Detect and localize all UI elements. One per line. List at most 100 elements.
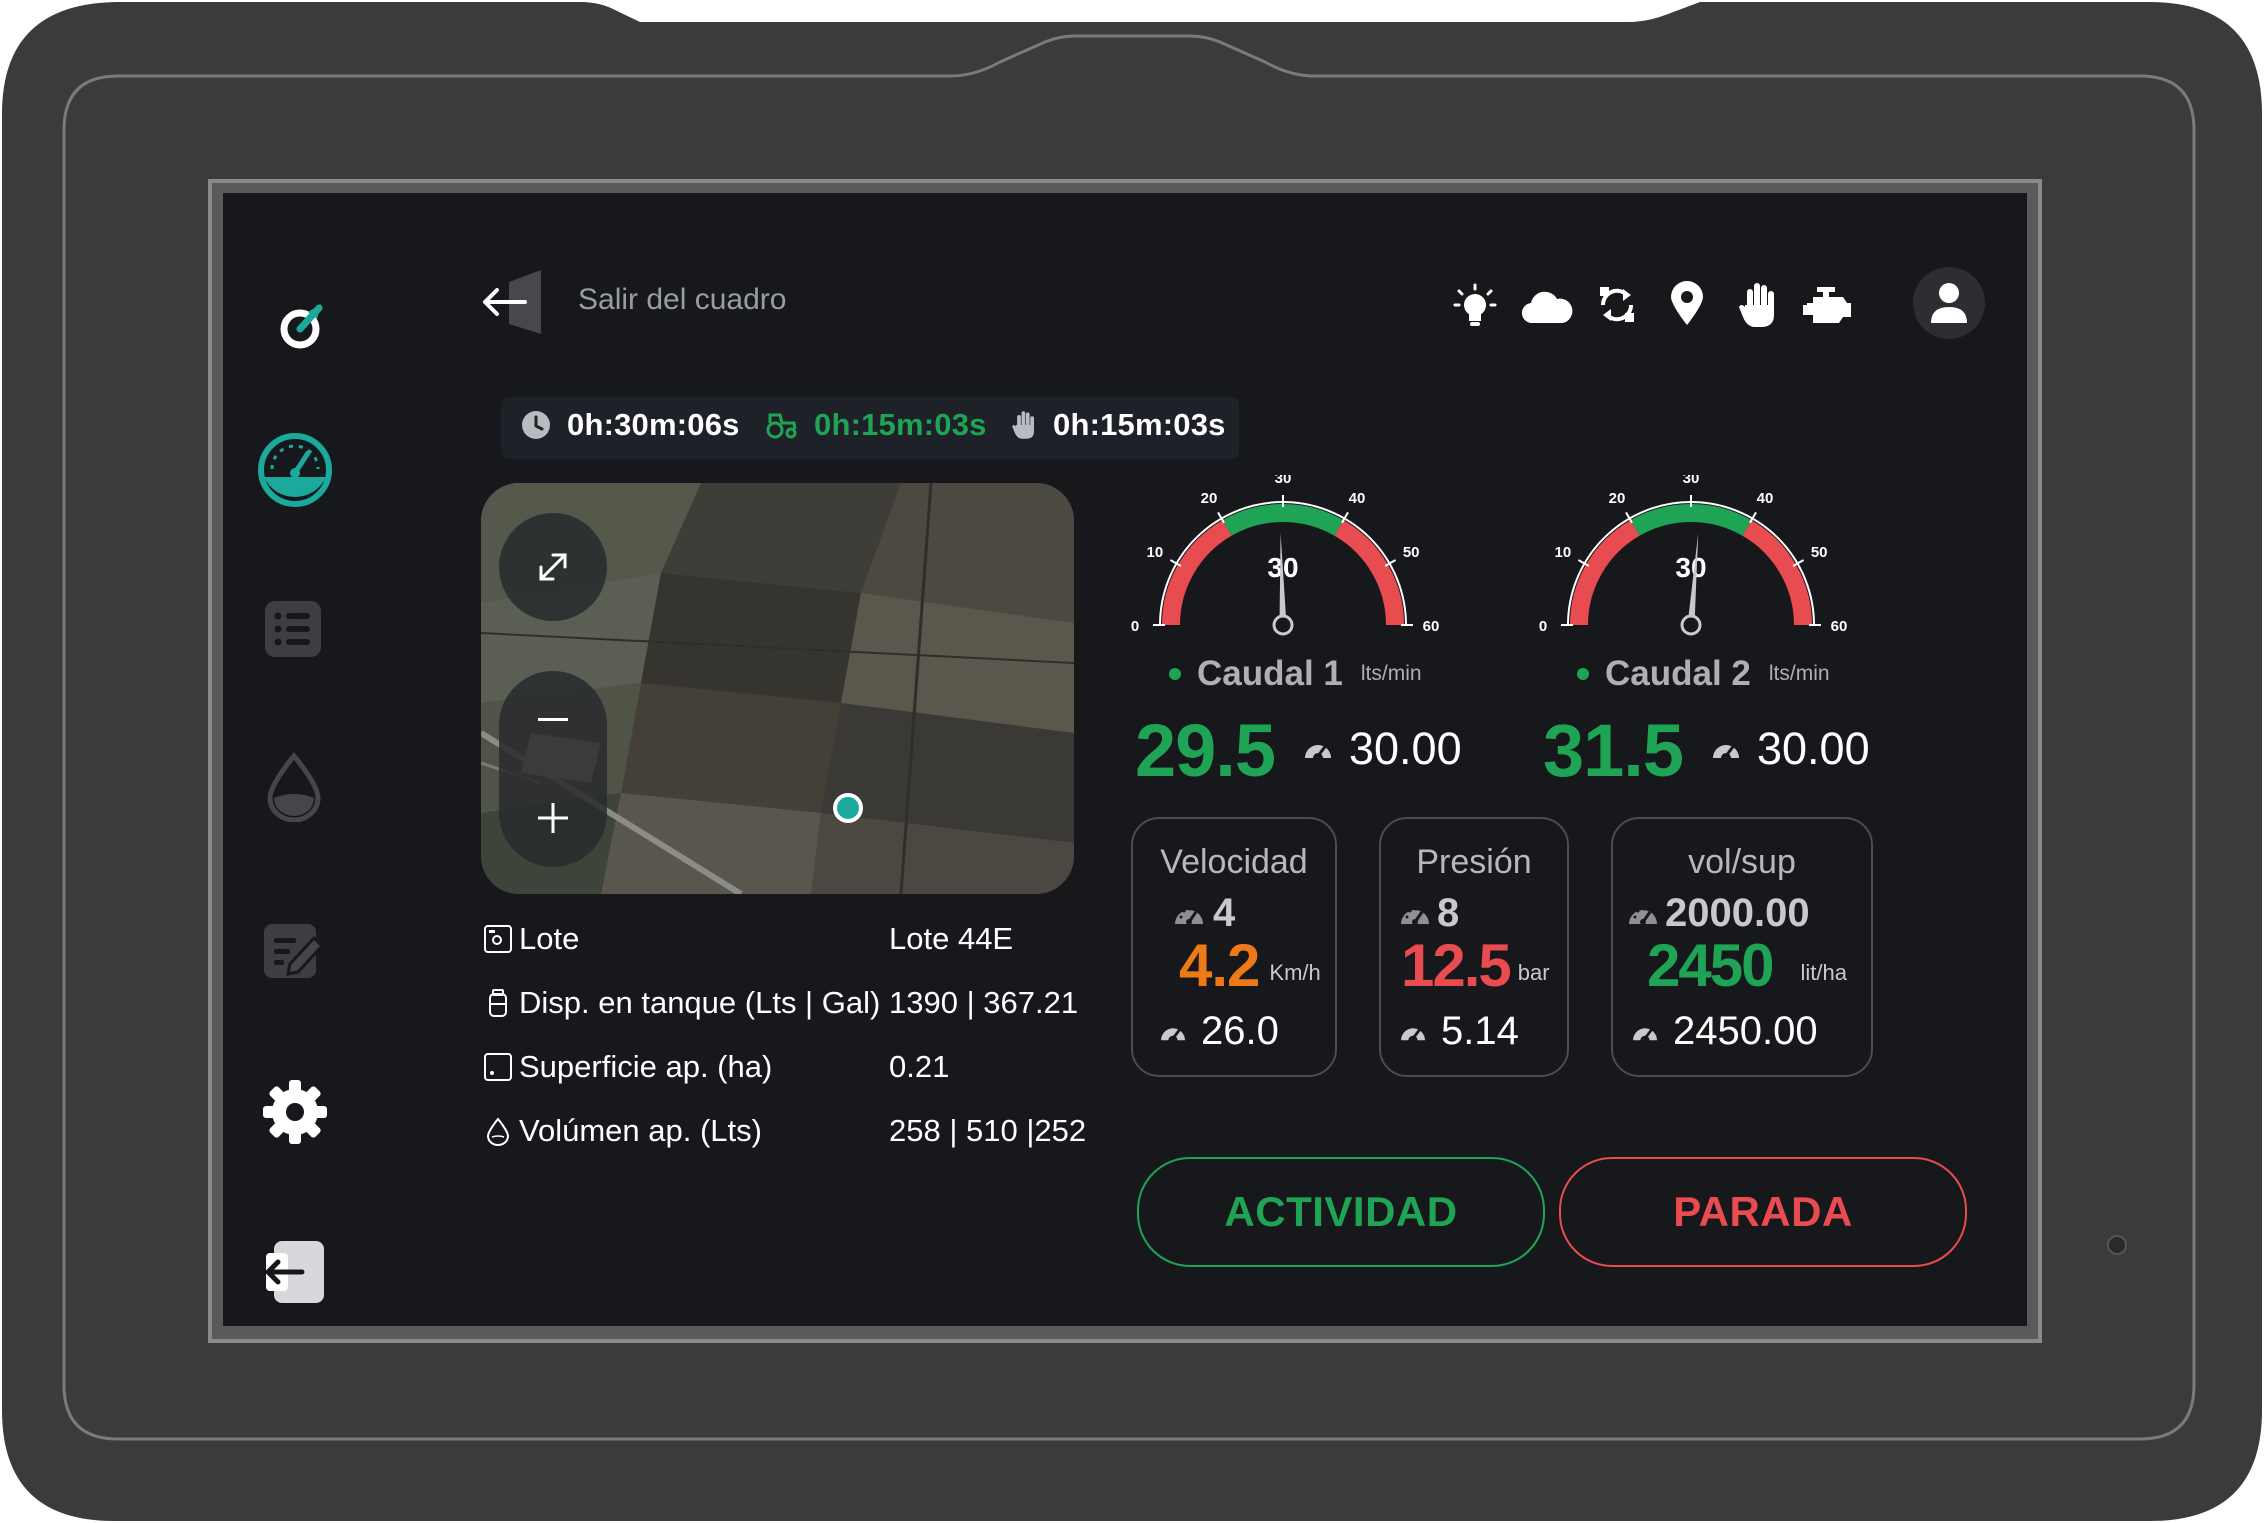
sidebar-item-logout[interactable]: [259, 1237, 327, 1307]
target-gauge-icon: [1713, 743, 1739, 758]
volsup-unit: lit/ha: [1800, 959, 1847, 985]
target-gauge-icon: [1305, 743, 1331, 758]
speedometer-icon: [1175, 907, 1203, 925]
caudal1-title: Caudal 1 lts/min: [1169, 654, 1422, 694]
engine-icon: [1803, 285, 1855, 325]
presion-set-value: 8: [1437, 891, 1460, 935]
exit-label[interactable]: Salir del cuadro: [578, 283, 786, 317]
logout-icon: [265, 1241, 324, 1303]
gauge-green-arc: [1222, 504, 1344, 536]
volsup-target: 2450.00: [1631, 1009, 1818, 1054]
screen: Salir del cuadro 0h:30m:06s 0h:15m:03s 0…: [223, 193, 2027, 1326]
gauge-tick-label: 60: [1423, 618, 1440, 635]
gauge-tick-label: 0: [1131, 618, 1139, 635]
velocidad-set-value: 4: [1213, 891, 1236, 935]
brand-logo-icon[interactable]: [268, 291, 338, 361]
gauge-red-high-arc: [1742, 520, 1812, 626]
sidebar-item-dashboard[interactable]: [254, 429, 336, 511]
cloud-icon: [1521, 289, 1573, 325]
sidebar-item-fluid[interactable]: [263, 751, 325, 823]
hand-stop-icon: [1739, 281, 1777, 329]
caudal1-target: 30.00: [1303, 723, 1462, 775]
edit-icon: [264, 924, 325, 978]
lote-icon: [484, 925, 512, 953]
info-surface: Superficie ap. (ha): [483, 1049, 772, 1085]
sync-icon: [1597, 283, 1637, 327]
gauge-tick-label: 20: [1609, 490, 1626, 507]
total-time-value: 0h:30m:06s: [567, 407, 740, 442]
presion-title: Presión: [1416, 843, 1532, 881]
target-gauge-icon: [1633, 1026, 1657, 1040]
velocidad-target: 26.0: [1159, 1009, 1279, 1054]
caudal2-status-dot: [1577, 668, 1589, 680]
caudal2-dial: 0 10 20 30 40 50 60 30: [1539, 470, 1848, 636]
work-time-value: 0h:15m:03s: [814, 407, 987, 442]
total-time: 0h:30m:06s: [521, 407, 740, 443]
caudal2-value: 31.5: [1543, 709, 1684, 792]
info-volume: Volúmen ap. (Lts): [483, 1113, 762, 1149]
presion-reading: 12.5 bar: [1401, 931, 1550, 1000]
presion-set: 8: [1399, 891, 1459, 936]
position-marker: [833, 793, 863, 823]
gauge-tick-label: 30: [1683, 475, 1700, 487]
expand-map-button[interactable]: [499, 513, 607, 621]
drop-small-icon: [486, 1117, 510, 1146]
presion-unit: bar: [1517, 959, 1550, 985]
volsup-card: vol/sup 2000.00 2450 lit/ha 2450.00: [1611, 817, 1873, 1077]
stop-time: 0h:15m:03s: [1011, 407, 1226, 443]
gauge-tick-label: 50: [1403, 544, 1420, 561]
presion-value: 12.5: [1401, 932, 1512, 999]
volsup-value: 2450: [1647, 932, 1774, 999]
tank-value: 1390 | 367.21: [889, 985, 1079, 1020]
gauge-tick-label: 0: [1539, 618, 1547, 635]
actividad-button[interactable]: ACTIVIDAD: [1137, 1157, 1545, 1267]
gauge-center-label: 30: [1675, 552, 1706, 583]
caudal1-target-value: 30.00: [1349, 723, 1462, 774]
target-gauge-icon: [1161, 1026, 1185, 1040]
light-bulb-icon: [1453, 283, 1497, 329]
parada-button[interactable]: PARADA: [1559, 1157, 1967, 1267]
gauge-tick-label: 60: [1831, 618, 1848, 635]
caudal1-gauge: 0 10 20 30 40 50 60 30: [1123, 470, 1443, 655]
caudal2-unit: lts/min: [1768, 662, 1830, 685]
stop-time-value: 0h:15m:03s: [1053, 407, 1226, 442]
gauge-red-low-arc: [1570, 520, 1640, 626]
info-tank: Disp. en tanque (Lts | Gal): [483, 985, 880, 1021]
velocidad-set: 4: [1173, 891, 1235, 936]
gauge-hub: [1680, 614, 1702, 636]
drop-icon: [267, 752, 321, 822]
velocidad-reading: 4.2 Km/h: [1179, 931, 1321, 1000]
user-avatar-button[interactable]: [1913, 267, 1985, 339]
volsup-set: 2000.00: [1627, 891, 1810, 936]
gauge-red-high-arc: [1334, 520, 1404, 626]
gauge-tick-label: 10: [1554, 544, 1571, 561]
exit-button[interactable]: [479, 268, 545, 336]
zoom-out-button[interactable]: [499, 671, 607, 769]
surface-icon: [484, 1053, 512, 1081]
zoom-in-button[interactable]: [499, 769, 607, 867]
gauge-tick-label: 40: [1757, 490, 1774, 507]
gauge-hub: [1272, 614, 1294, 636]
volsup-target-value: 2450.00: [1673, 1009, 1818, 1053]
info-lote: Lote: [483, 921, 579, 957]
location-pin-icon: [1669, 281, 1705, 327]
caudal1-value: 29.5: [1135, 709, 1276, 792]
field-map[interactable]: [481, 483, 1074, 894]
velocidad-card: Velocidad 4 4.2 Km/h 26.0: [1131, 817, 1337, 1077]
gauge-red-low-arc: [1162, 520, 1232, 626]
zoom-control: [499, 671, 607, 867]
gauge-icon: [258, 433, 332, 507]
sidebar-item-settings[interactable]: [261, 1078, 329, 1146]
volume-value: 258 | 510 |252: [889, 1113, 1087, 1148]
velocidad-title: Velocidad: [1160, 843, 1308, 881]
sidebar-item-list[interactable]: [261, 597, 325, 661]
zoom-out-icon: [538, 718, 568, 721]
caudal1-title-text: Caudal 1: [1197, 654, 1343, 693]
target-gauge-icon: [1401, 1026, 1425, 1040]
caudal2-title-text: Caudal 2: [1605, 654, 1751, 693]
gauge-tick-label: 50: [1811, 544, 1828, 561]
volume-label: Volúmen ap. (Lts): [519, 1113, 762, 1148]
presion-card: Presión 8 12.5 bar 5.14: [1379, 817, 1569, 1077]
gear-icon: [263, 1080, 327, 1144]
sidebar-item-notes[interactable]: [261, 917, 327, 983]
